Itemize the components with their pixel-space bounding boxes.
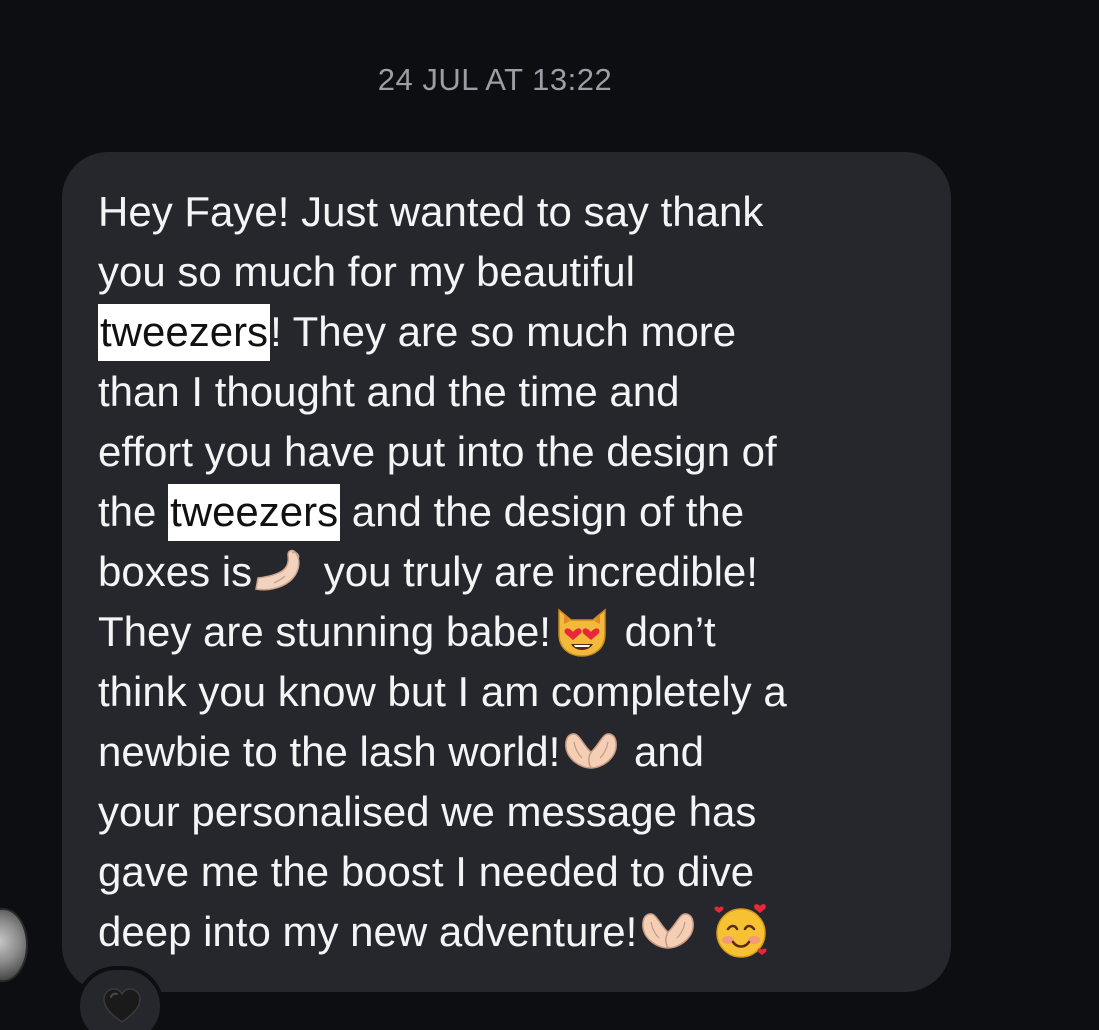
heart-eyes-cat-emoji <box>551 604 613 658</box>
pinched-fingers-emoji <box>252 545 312 597</box>
heart-hands-emoji <box>637 908 699 954</box>
chat-screen: 24 JUL AT 13:22 Hey Faye! Just wanted to… <box>0 0 1099 1030</box>
message-text-part: Hey Faye! Just wanted to say thank you s… <box>98 188 764 295</box>
smiling-face-with-hearts-emoji <box>711 902 773 960</box>
highlighted-word: tweezers <box>98 308 271 355</box>
message-bubble[interactable]: Hey Faye! Just wanted to say thank you s… <box>62 152 951 992</box>
heart-hands-emoji <box>560 728 622 774</box>
highlighted-word: tweezers <box>168 488 341 535</box>
sender-avatar[interactable] <box>0 908 28 982</box>
message-text: Hey Faye! Just wanted to say thank you s… <box>98 182 931 964</box>
message-timestamp: 24 JUL AT 13:22 <box>377 62 613 97</box>
message-reaction[interactable] <box>76 966 164 1030</box>
black-heart-icon <box>103 988 141 1023</box>
